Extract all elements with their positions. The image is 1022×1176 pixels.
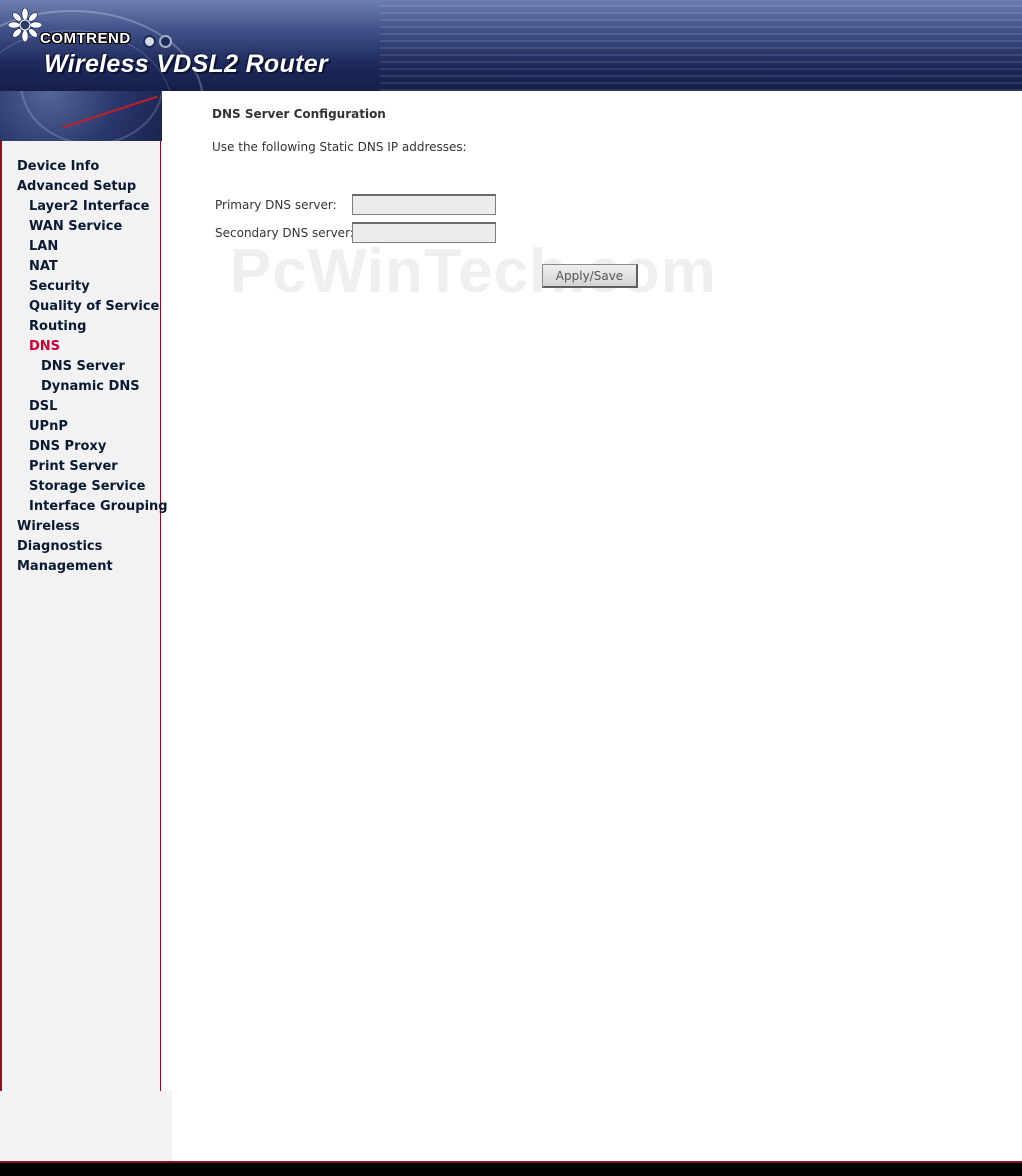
sidebar-item-management[interactable]: Management bbox=[17, 559, 113, 574]
apply-save-button[interactable]: Apply/Save bbox=[542, 264, 638, 288]
comtrend-flower-logo-icon bbox=[8, 8, 42, 42]
sidebar-item-nat[interactable]: NAT bbox=[29, 259, 58, 274]
primary-dns-input[interactable] bbox=[352, 194, 496, 215]
sidebar-item-storage-service[interactable]: Storage Service bbox=[29, 479, 145, 494]
banner-streak-decoration bbox=[380, 0, 1022, 91]
page-description: Use the following Static DNS IP addresse… bbox=[212, 140, 467, 154]
sidebar-item-layer2-interface[interactable]: Layer2 Interface bbox=[29, 199, 149, 214]
sidebar-item-security[interactable]: Security bbox=[29, 279, 90, 294]
sidebar-item-dynamic-dns[interactable]: Dynamic DNS bbox=[41, 379, 140, 394]
sidebar-item-device-info[interactable]: Device Info bbox=[17, 159, 99, 174]
product-title: Wireless VDSL2 Router bbox=[44, 50, 328, 78]
sidebar-item-dns-server[interactable]: DNS Server bbox=[41, 359, 125, 374]
sidebar-item-dsl[interactable]: DSL bbox=[29, 399, 57, 414]
sidebar-item-diagnostics[interactable]: Diagnostics bbox=[17, 539, 102, 554]
sidebar-item-wireless[interactable]: Wireless bbox=[17, 519, 80, 534]
content-corner bbox=[162, 91, 186, 115]
sidebar-item-advanced-setup[interactable]: Advanced Setup bbox=[17, 179, 136, 194]
bottom-bar-line bbox=[0, 1161, 1022, 1163]
page-title: DNS Server Configuration bbox=[212, 107, 386, 121]
sidebar-item-print-server[interactable]: Print Server bbox=[29, 459, 118, 474]
sidebar-item-wan-service[interactable]: WAN Service bbox=[29, 219, 122, 234]
bottom-bar bbox=[0, 1161, 1022, 1176]
primary-dns-label: Primary DNS server: bbox=[215, 198, 337, 212]
sidebar-item-dns-proxy[interactable]: DNS Proxy bbox=[29, 439, 106, 454]
watermark: PcWinTech.com bbox=[230, 237, 717, 306]
secondary-dns-input[interactable] bbox=[352, 222, 496, 243]
sidebar-header-art bbox=[0, 91, 162, 141]
sidebar-item-interface-grouping[interactable]: Interface Grouping bbox=[29, 499, 168, 514]
sidebar-item-routing[interactable]: Routing bbox=[29, 319, 86, 334]
sidebar-bottom-panel bbox=[0, 1091, 172, 1161]
sidebar-item-upnp[interactable]: UPnP bbox=[29, 419, 68, 434]
sidebar-item-lan[interactable]: LAN bbox=[29, 239, 58, 254]
sidebar-item-quality-of-service[interactable]: Quality of Service bbox=[29, 299, 159, 314]
secondary-dns-label: Secondary DNS server: bbox=[215, 226, 354, 240]
header-banner: COMTREND Wireless VDSL2 Router bbox=[0, 0, 1022, 91]
brand-name: COMTREND bbox=[40, 30, 131, 47]
sidebar-item-dns[interactable]: DNS bbox=[29, 339, 60, 354]
